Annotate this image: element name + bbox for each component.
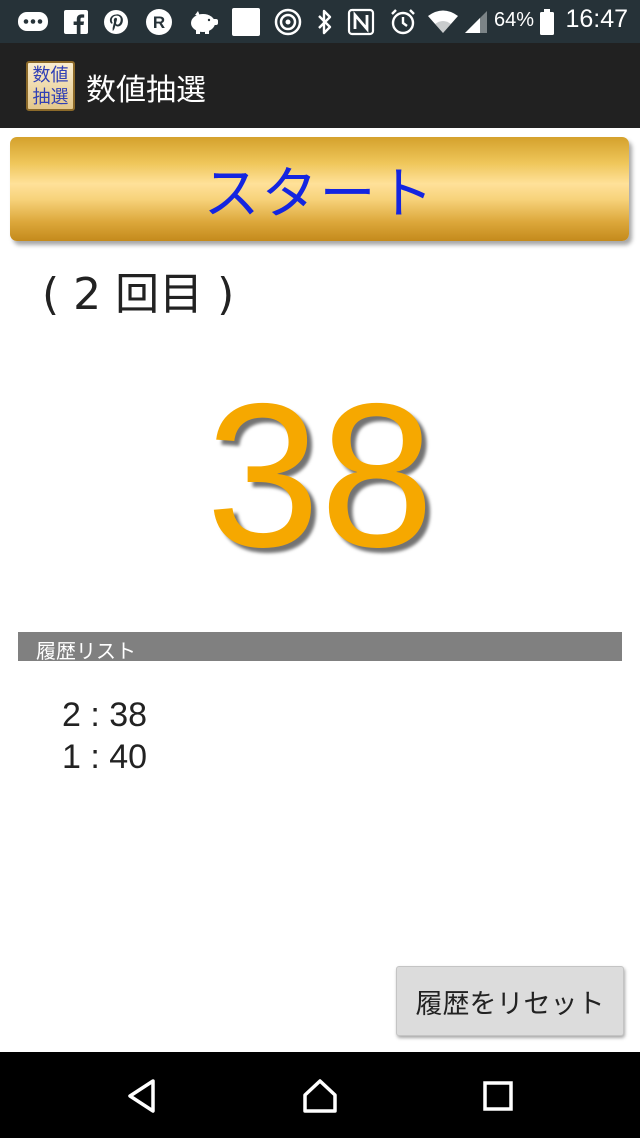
back-icon[interactable] — [120, 1074, 164, 1118]
main-content: スタート ( 2 回目 ) 38 履歴リスト 2 : 38 1 : 40 履歴を… — [0, 128, 640, 1052]
n-mark-icon — [346, 7, 376, 37]
wifi-icon — [426, 7, 460, 37]
app-logo-line-1: 数値 — [32, 65, 69, 86]
history-list: 2 : 38 1 : 40 — [62, 694, 147, 778]
battery-icon — [538, 7, 556, 37]
clock-time: 16:47 — [565, 5, 628, 33]
recents-icon[interactable] — [476, 1074, 520, 1118]
navigation-bar — [0, 1052, 640, 1138]
start-button[interactable]: スタート — [10, 137, 629, 241]
result-number: 38 — [205, 361, 435, 590]
reset-history-button-label: 履歴をリセット — [415, 988, 605, 1020]
blank-square-icon — [230, 7, 262, 37]
history-item: 1 : 40 — [62, 738, 148, 776]
bluetooth-icon — [314, 7, 336, 37]
pinterest-icon — [102, 7, 130, 37]
svg-text:R: R — [153, 13, 165, 32]
alarm-icon — [388, 7, 418, 37]
status-bar: R 64% 16:47 — [0, 0, 640, 43]
home-icon[interactable] — [298, 1074, 342, 1118]
app-logo-icon: 数値 抽選 — [26, 61, 75, 111]
nfc-felica-icon — [273, 7, 303, 37]
rakuten-icon: R — [144, 7, 174, 37]
history-item: 2 : 38 — [62, 696, 148, 734]
chat-icon — [16, 7, 50, 37]
round-count: ( 2 回目 ) — [42, 269, 235, 320]
signal-icon — [462, 7, 490, 37]
reset-history-button[interactable]: 履歴をリセット — [396, 966, 624, 1036]
app-bar: 数値 抽選 数値抽選 — [0, 43, 640, 128]
piggy-bank-icon — [186, 7, 222, 37]
start-button-label: スタート — [203, 161, 436, 227]
app-title: 数値抽選 — [86, 73, 206, 108]
facebook-icon — [62, 7, 90, 37]
app-logo-line-2: 抽選 — [32, 87, 69, 108]
history-header-label: 履歴リスト — [36, 639, 136, 663]
battery-percentage: 64% — [494, 9, 535, 31]
history-header: 履歴リスト — [18, 632, 622, 663]
